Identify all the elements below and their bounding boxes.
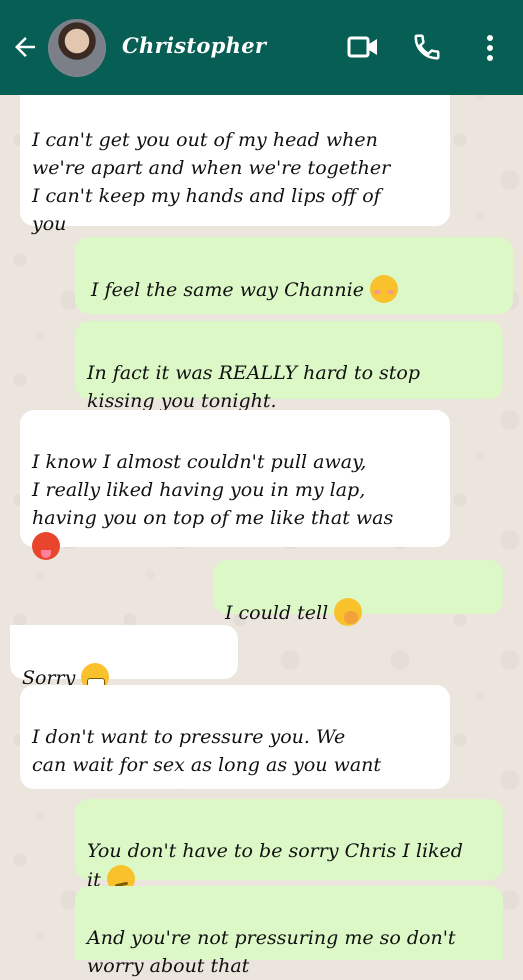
message-bubble-outgoing[interactable]: You don't have to be sorry Chris I liked… (75, 799, 503, 893)
message-list[interactable]: I can't get you out of my head when we'r… (0, 0, 523, 977)
contact-name[interactable]: Christopher (122, 33, 266, 58)
back-arrow-icon[interactable] (10, 32, 40, 62)
message-bubble-outgoing[interactable]: In fact it was REALLY hard to stop kissi… (75, 321, 503, 412)
message-bubble-outgoing[interactable]: And you're not pressuring me so don't wo… (75, 886, 503, 977)
contact-avatar[interactable] (48, 19, 106, 77)
message-bubble-incoming[interactable]: I can't get you out of my head when we'r… (20, 88, 450, 235)
hand-over-mouth-icon (334, 598, 363, 626)
chat-header: Christopher (0, 0, 523, 95)
message-bubble-outgoing[interactable]: I feel the same way Channie (75, 237, 513, 314)
message-bubble-incoming[interactable]: I know I almost couldn't pull away, I re… (20, 410, 450, 560)
message-text: And you're not pressuring me so don't wo… (87, 927, 456, 977)
more-vert-icon[interactable] (480, 32, 500, 64)
message-text: I feel the same way Channie (91, 279, 364, 301)
message-bubble-incoming[interactable]: I don't want to pressure you. We can wai… (20, 685, 450, 789)
message-bubble-incoming[interactable]: Sorry (10, 625, 238, 691)
message-text: You don't have to be sorry Chris I liked… (87, 840, 463, 891)
video-call-icon[interactable] (346, 32, 380, 62)
message-text: I could tell (225, 602, 329, 624)
smiling-face-icon (369, 275, 398, 303)
message-text: In fact it was REALLY hard to stop kissi… (87, 362, 421, 412)
message-text: I don't want to pressure you. We can wai… (32, 726, 382, 776)
message-text: I know I almost couldn't pull away, I re… (32, 451, 394, 529)
message-bubble-outgoing[interactable]: I could tell (213, 560, 503, 626)
message-text: I can't get you out of my head when we'r… (32, 129, 391, 235)
hot-face-icon (32, 532, 60, 560)
voice-call-icon[interactable] (412, 32, 442, 62)
